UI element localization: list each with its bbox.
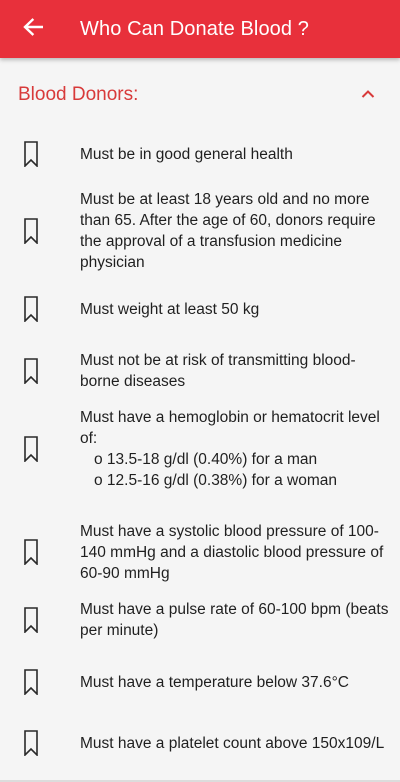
bookmark-outline-icon[interactable] (23, 539, 39, 565)
sub-item: o 13.5-18 g/dl (0.40%) for a man (94, 451, 318, 468)
bookmark-outline-icon[interactable] (23, 730, 39, 756)
chevron-up-icon[interactable] (360, 86, 376, 102)
item-text: Must weight at least 50 kg (80, 300, 260, 318)
list-item: Must be at least 18 years old and no mor… (0, 187, 400, 275)
item-text: Must have a hemoglobin or hematocrit lev… (80, 407, 390, 491)
bookmark-outline-icon[interactable] (23, 296, 39, 322)
list-item: Must have a hemoglobin or hematocrit lev… (0, 404, 400, 494)
list-item: Must have a platelet count above 150x109… (0, 720, 400, 766)
arrow-left-icon (23, 17, 44, 41)
list-item: Must have a temperature below 37.6°C (0, 661, 400, 703)
bookmark-outline-icon[interactable] (23, 436, 39, 462)
item-text: Must have a platelet count above 150x109… (80, 734, 385, 752)
page-title: Who Can Donate Blood ? (80, 17, 310, 40)
bookmark-outline-icon[interactable] (23, 669, 39, 695)
item-text: Must be in good general health (80, 145, 293, 163)
list-item: Must have a systolic blood pressure of 1… (0, 519, 400, 585)
app-bar: Who Can Donate Blood ? (0, 0, 400, 58)
item-text: Must have a systolic blood pressure of 1… (80, 522, 384, 582)
section-title: Blood Donors: (18, 84, 139, 105)
sub-item: o 12.5-16 g/dl (0.38%) for a woman (94, 472, 337, 489)
back-button[interactable] (4, 0, 62, 58)
list-item: Must have a pulse rate of 60-100 bpm (be… (0, 597, 400, 643)
item-text: Must have a pulse rate of 60-100 bpm (be… (80, 601, 389, 639)
bookmark-outline-icon[interactable] (23, 358, 39, 384)
bookmark-outline-icon[interactable] (23, 607, 39, 633)
bookmark-outline-icon[interactable] (23, 141, 39, 167)
list-item: Must be in good general health (0, 133, 400, 175)
list-item: Must weight at least 50 kg (0, 288, 400, 330)
bookmark-outline-icon[interactable] (23, 218, 39, 244)
item-text: Must be at least 18 years old and no mor… (80, 191, 376, 271)
list-item: Must not be at risk of transmitting bloo… (0, 348, 400, 394)
item-main-text: Must have a hemoglobin or hematocrit lev… (80, 409, 380, 447)
section-header-blood-donors[interactable]: Blood Donors: (0, 58, 400, 124)
item-text: Must not be at risk of transmitting bloo… (80, 352, 356, 390)
item-text: Must have a temperature below 37.6°C (80, 673, 349, 691)
